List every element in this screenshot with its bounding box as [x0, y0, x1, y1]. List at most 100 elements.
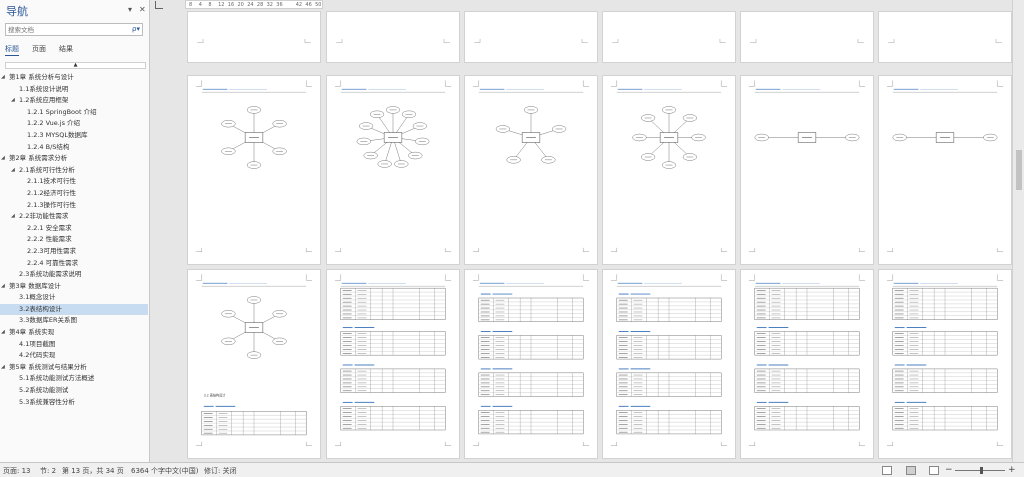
document-page [740, 11, 874, 63]
page-thumbnail [748, 274, 866, 447]
status-bar: 页面: 13 节: 2 第 13 页，共 34 页 6364 个字 中文(中国)… [0, 462, 1024, 477]
zoom-slider[interactable] [955, 467, 1005, 474]
heading-label: 第4章 系统实现 [9, 328, 55, 337]
ruler-tick-label: 50 [315, 2, 322, 8]
heading-item[interactable]: 1.1系统设计说明 [0, 84, 148, 96]
status-track-changes[interactable]: 修订: 关闭 [204, 466, 237, 476]
tab-selector-icon[interactable] [155, 1, 163, 9]
heading-item[interactable]: 5.1系统功能测试方法概述 [0, 373, 148, 385]
heading-label: 4.1项目截图 [19, 339, 56, 348]
heading-item[interactable]: 5.3系统兼容性分析 [0, 397, 148, 409]
heading-item[interactable]: 1.2.1 SpringBoot 介绍 [0, 107, 148, 119]
page-thumbnail [195, 80, 313, 253]
heading-item[interactable]: 2.1.2经济可行性 [0, 188, 148, 200]
heading-item[interactable]: 2.1.3操作可行性 [0, 200, 148, 212]
expand-toggle-icon[interactable]: ◢ [1, 281, 5, 293]
page-thumbnail: 3.2 表结构设计 [195, 274, 313, 447]
heading-label: 1.2系统应用框架 [19, 96, 69, 105]
page-thumbnail [610, 80, 728, 253]
search-input[interactable] [8, 25, 126, 35]
tab-results[interactable]: 结果 [59, 44, 73, 54]
document-canvas[interactable]: 3.2 表结构设计 [151, 11, 1012, 462]
ruler-tick-label: 24 [247, 2, 254, 8]
status-language[interactable]: 中文(中国) [165, 466, 198, 476]
expand-toggle-icon[interactable]: ◢ [11, 95, 15, 107]
heading-item[interactable]: 1.2.4 B/S结构 [0, 142, 148, 154]
heading-item[interactable]: 3.1概念设计 [0, 292, 148, 304]
heading-item[interactable]: 2.2.1 安全需求 [0, 223, 148, 235]
expand-toggle-icon[interactable]: ◢ [1, 362, 5, 374]
heading-item[interactable]: 5.2系统功能测试 [0, 385, 148, 397]
status-page[interactable]: 页面: 13 [3, 466, 31, 476]
page-thumbnail [197, 38, 311, 44]
ruler-tick-label: 4 [198, 2, 202, 8]
heading-item[interactable]: 3.3数据库ER关系图 [0, 315, 148, 327]
ruler-tick-label: 28 [256, 2, 264, 8]
tab-headings[interactable]: 标题 [5, 44, 19, 56]
heading-label: 1.2.2 Vue.js 介绍 [27, 119, 81, 128]
horizontal-ruler[interactable]: 8 4 8 12 16 20 24 28 32 36 42 46 50 [185, 0, 323, 9]
document-page [878, 11, 1012, 63]
document-page [326, 269, 460, 459]
heading-label: 2.2.2 性能需求 [27, 235, 72, 244]
heading-item[interactable]: 2.2.2 性能需求 [0, 234, 148, 246]
document-page [602, 75, 736, 265]
heading-label: 2.2非功能性需求 [19, 212, 69, 221]
status-word-count[interactable]: 6364 个字 [131, 466, 165, 476]
heading-item[interactable]: 2.2.4 可靠性需求 [0, 258, 148, 270]
heading-label: 第2章 系统需求分析 [9, 154, 68, 163]
zoom-in-button[interactable]: + [1008, 465, 1016, 475]
zoom-slider-thumb[interactable] [980, 467, 983, 474]
heading-label: 第3章 数据库设计 [9, 281, 61, 290]
collapse-all-button[interactable]: ▲ [5, 62, 146, 69]
page-thumbnail [334, 274, 452, 447]
document-page [187, 11, 321, 63]
search-icon[interactable]: ρ▾ [132, 25, 140, 33]
nav-close-icon[interactable]: ✕ [139, 5, 146, 14]
ruler-tick-label: 46 [305, 2, 312, 8]
heading-label: 1.2.1 SpringBoot 介绍 [27, 107, 97, 116]
heading-item[interactable]: 2.3系统功能需求说明 [0, 269, 148, 281]
heading-item[interactable]: 1.2.3 MYSQL数据库 [0, 130, 148, 142]
heading-item[interactable]: ◢ 第5章 系统测试与结果分析 [0, 362, 148, 374]
heading-item[interactable]: 2.2.3可用性需求 [0, 246, 148, 258]
heading-item[interactable]: ◢ 2.1系统可行性分析 [0, 165, 148, 177]
document-page [602, 11, 736, 63]
heading-item[interactable]: 3.2表结构设计 [0, 303, 148, 316]
heading-label: 2.1系统可行性分析 [19, 165, 75, 174]
status-section[interactable]: 节: 2 [40, 466, 56, 476]
search-box: ρ▾ [5, 23, 143, 36]
document-page [878, 269, 1012, 459]
heading-item[interactable]: ◢ 第1章 系统分析与设计 [0, 72, 148, 84]
ruler-ticks: 8 4 8 12 16 20 24 28 32 36 42 46 50 [186, 1, 322, 8]
heading-item[interactable]: ◢ 2.2非功能性需求 [0, 211, 148, 223]
tab-pages[interactable]: 页面 [32, 44, 46, 54]
document-page [326, 75, 460, 265]
zoom-out-button[interactable]: − [945, 465, 953, 475]
nav-menu-dropdown-icon[interactable]: ▾ [128, 5, 132, 14]
expand-toggle-icon[interactable]: ◢ [1, 327, 5, 339]
heading-item[interactable]: 1.2.2 Vue.js 介绍 [0, 118, 148, 130]
vertical-scrollbar[interactable] [1012, 0, 1024, 462]
heading-item[interactable]: ◢ 第3章 数据库设计 [0, 281, 148, 293]
heading-item[interactable]: 4.1项目截图 [0, 339, 148, 351]
heading-item[interactable]: 2.1.1技术可行性 [0, 176, 148, 188]
read-mode-icon[interactable] [882, 466, 892, 475]
expand-toggle-icon[interactable]: ◢ [11, 211, 15, 223]
status-page-of[interactable]: 第 13 页，共 34 页 [62, 466, 124, 476]
expand-toggle-icon[interactable]: ◢ [11, 165, 15, 177]
print-layout-icon[interactable] [906, 466, 916, 475]
expand-toggle-icon[interactable]: ◢ [1, 72, 5, 84]
heading-item[interactable]: ◢ 1.2系统应用框架 [0, 95, 148, 107]
heading-item[interactable]: ◢ 第2章 系统需求分析 [0, 153, 148, 165]
page-thumbnail [336, 38, 450, 44]
ruler-tick-label: 32 [266, 2, 273, 8]
document-page [464, 269, 598, 459]
heading-item[interactable]: 4.2代码实现 [0, 350, 148, 362]
page-thumbnail [612, 38, 726, 44]
page-thumbnail [888, 38, 1002, 44]
scrollbar-thumb[interactable] [1016, 150, 1022, 190]
web-layout-icon[interactable] [929, 466, 939, 475]
expand-toggle-icon[interactable]: ◢ [1, 153, 5, 165]
heading-item[interactable]: ◢ 第4章 系统实现 [0, 327, 148, 339]
